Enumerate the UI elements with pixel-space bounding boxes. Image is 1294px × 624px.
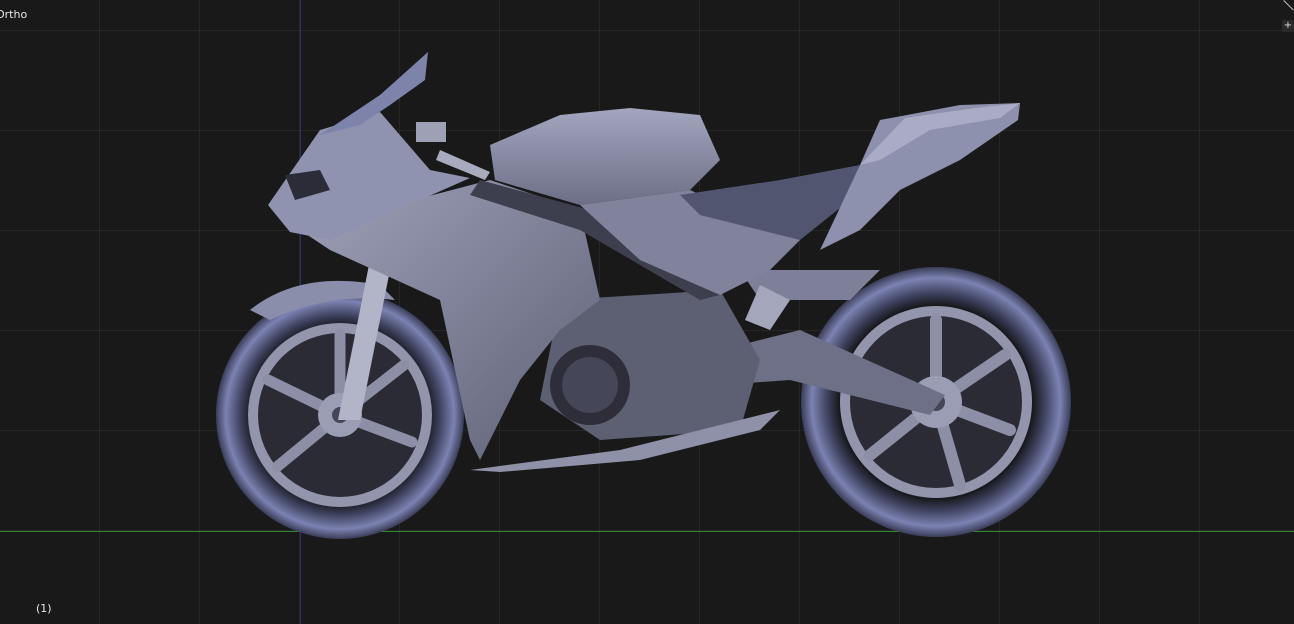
fuel-tank — [490, 108, 720, 205]
clip-on — [416, 122, 446, 142]
add-area-button[interactable]: + — [1282, 20, 1294, 32]
3d-viewport[interactable]: Ortho (1) + — [0, 0, 1294, 624]
frame-number-label: (1) — [36, 602, 52, 615]
view-mode-label: Ortho — [0, 8, 28, 21]
motorcycle-model[interactable] — [0, 0, 1294, 624]
